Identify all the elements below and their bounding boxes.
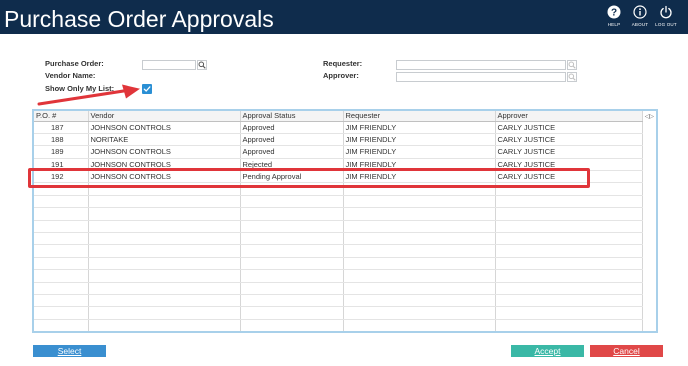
info-icon	[633, 5, 647, 19]
empty-row	[34, 195, 643, 209]
purchase-order-input[interactable]	[142, 60, 196, 70]
help-icon: ?	[607, 5, 621, 19]
purchase-order-grid[interactable]: P.O. # Vendor Approval Status Requester …	[32, 109, 658, 333]
logout-button[interactable]: LOG OUT	[652, 5, 680, 31]
column-header-requester[interactable]: Requester	[343, 111, 496, 122]
power-icon	[660, 5, 672, 19]
table-header-row: P.O. # Vendor Approval Status Requester …	[34, 111, 643, 122]
empty-row	[34, 319, 643, 331]
approver-cell: CARLY JUSTICE	[495, 158, 643, 172]
empty-row	[34, 244, 643, 258]
empty-row	[34, 306, 643, 320]
approver-label: Approver:	[323, 71, 359, 80]
search-icon	[568, 61, 576, 69]
approval-status-cell: Approved	[240, 145, 344, 159]
approver-cell: CARLY JUSTICE	[495, 170, 643, 184]
requester-search-button[interactable]	[567, 60, 577, 70]
annotation-arrow-icon	[37, 84, 140, 106]
empty-row	[34, 220, 643, 234]
requester-cell: JIM FRIENDLY	[343, 121, 496, 134]
vendor-name-label: Vendor Name:	[45, 71, 96, 80]
about-button[interactable]: ABOUT	[626, 5, 654, 31]
svg-text:?: ?	[611, 8, 617, 19]
requester-cell: JIM FRIENDLY	[343, 170, 496, 184]
purchase-order-label: Purchase Order:	[45, 59, 104, 68]
cancel-button[interactable]: Cancel	[590, 345, 663, 357]
empty-row	[34, 269, 643, 283]
requester-cell: JIM FRIENDLY	[343, 158, 496, 172]
logout-label: LOG OUT	[655, 22, 677, 27]
approver-search-button[interactable]	[567, 72, 577, 82]
help-button[interactable]: ? HELP	[600, 5, 628, 31]
approval-status-cell: Approved	[240, 121, 344, 134]
table-row[interactable]: 187 JOHNSON CONTROLS Approved JIM FRIEND…	[34, 121, 643, 134]
requester-label: Requester:	[323, 59, 363, 68]
requester-input[interactable]	[396, 60, 566, 70]
requester-cell: JIM FRIENDLY	[343, 133, 496, 147]
vendor-cell: JOHNSON CONTROLS	[88, 170, 241, 184]
search-icon	[198, 61, 206, 69]
accept-button[interactable]: Accept	[511, 345, 584, 357]
approver-cell: CARLY JUSTICE	[495, 145, 643, 159]
empty-row	[34, 182, 643, 196]
select-button[interactable]: Select	[33, 345, 106, 357]
approval-status-cell: Rejected	[240, 158, 344, 172]
page-title: Purchase Order Approvals	[4, 6, 274, 32]
column-resize-icon[interactable]: ◁▷	[645, 113, 654, 120]
table-row-highlighted[interactable]: 192 JOHNSON CONTROLS Pending Approval JI…	[34, 170, 643, 184]
column-header-approval-status[interactable]: Approval Status	[240, 111, 344, 122]
po-number-cell: 191	[34, 158, 89, 172]
requester-cell: JIM FRIENDLY	[343, 145, 496, 159]
vendor-cell: JOHNSON CONTROLS	[88, 121, 241, 134]
column-header-approver[interactable]: Approver	[495, 111, 643, 122]
vendor-cell: JOHNSON CONTROLS	[88, 145, 241, 159]
show-only-my-list-checkbox[interactable]	[142, 84, 152, 94]
search-icon	[568, 73, 576, 81]
column-header-vendor[interactable]: Vendor	[88, 111, 241, 122]
approver-input[interactable]	[396, 72, 566, 82]
empty-row	[34, 257, 643, 271]
empty-row	[34, 232, 643, 246]
po-number-cell: 192	[34, 170, 89, 184]
approver-cell: CARLY JUSTICE	[495, 133, 643, 147]
checkmark-icon	[143, 86, 151, 92]
accept-label: Accept	[534, 346, 561, 356]
select-label: Select	[57, 346, 82, 356]
po-number-cell: 189	[34, 145, 89, 159]
approval-status-cell: Approved	[240, 133, 344, 147]
approver-cell: CARLY JUSTICE	[495, 121, 643, 134]
empty-row	[34, 207, 643, 221]
approval-status-cell: Pending Approval	[240, 170, 344, 184]
vendor-cell: JOHNSON CONTROLS	[88, 158, 241, 172]
purchase-order-table: P.O. # Vendor Approval Status Requester …	[34, 111, 643, 331]
column-header-po[interactable]: P.O. #	[34, 111, 89, 122]
app-header: Purchase Order Approvals ? HELP ABOUT LO…	[0, 0, 688, 34]
vendor-cell: NORITAKE	[88, 133, 241, 147]
help-label: HELP	[607, 22, 621, 27]
table-row[interactable]: 191 JOHNSON CONTROLS Rejected JIM FRIEND…	[34, 158, 643, 172]
purchase-order-search-button[interactable]	[197, 60, 207, 70]
empty-row	[34, 282, 643, 295]
empty-row	[34, 294, 643, 308]
table-row[interactable]: 188 NORITAKE Approved JIM FRIENDLY CARLY…	[34, 133, 643, 147]
po-number-cell: 188	[34, 133, 89, 147]
po-number-cell: 187	[34, 121, 89, 134]
about-label: ABOUT	[631, 22, 649, 27]
table-row[interactable]: 189 JOHNSON CONTROLS Approved JIM FRIEND…	[34, 145, 643, 159]
cancel-label: Cancel	[613, 346, 640, 356]
